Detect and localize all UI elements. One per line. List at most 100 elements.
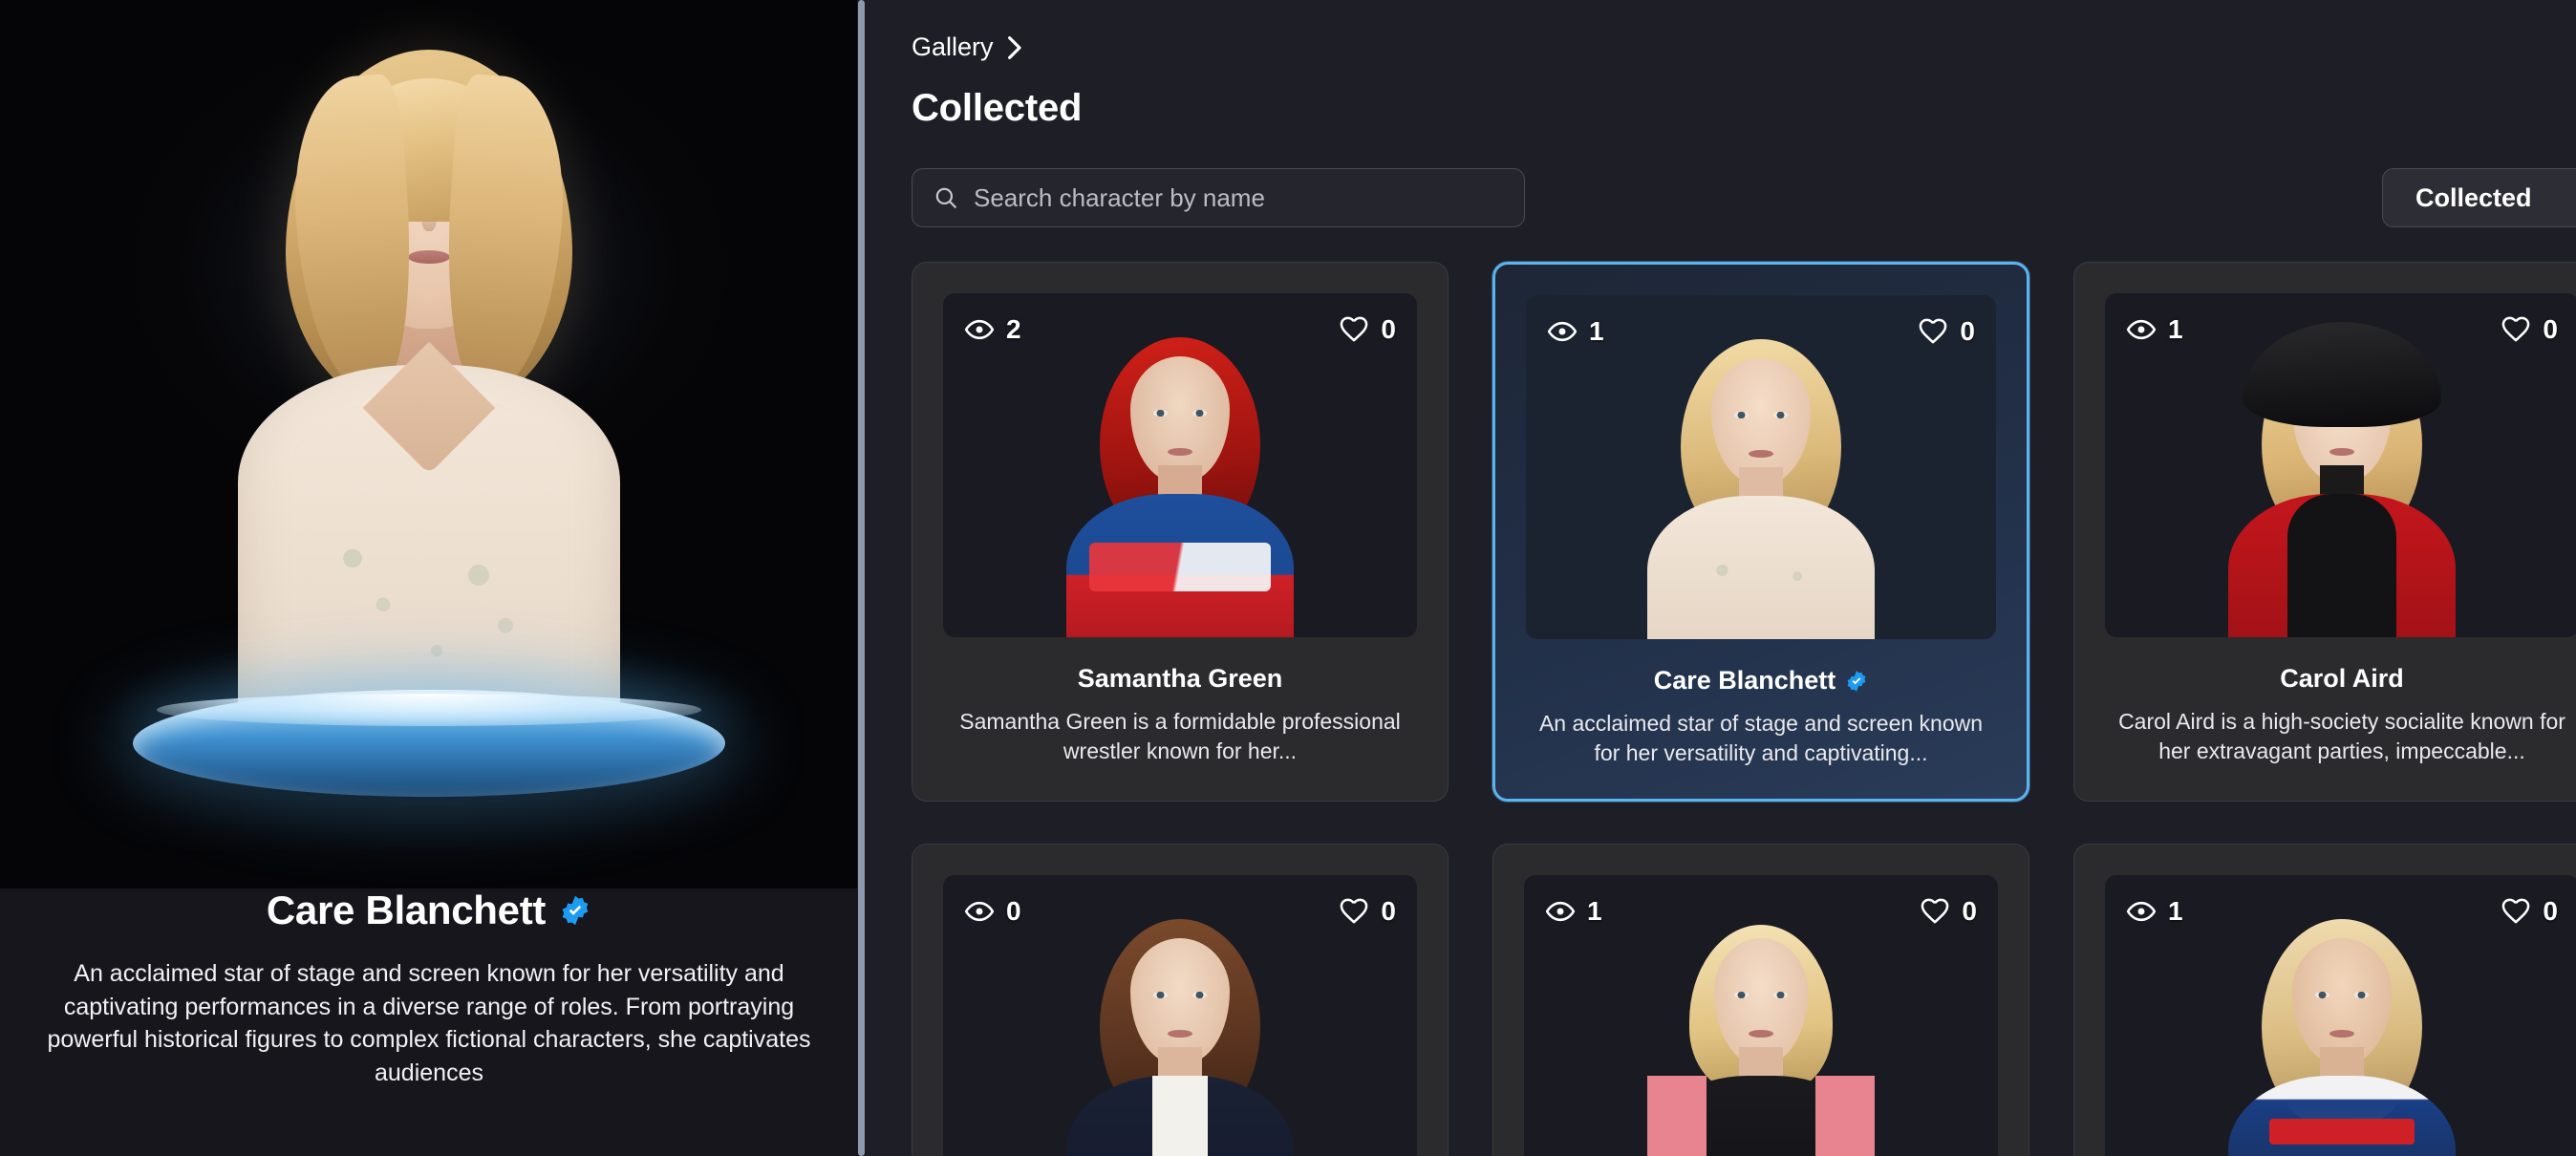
card-likes-stat[interactable]: 0 [1918, 316, 1975, 347]
portrait-eye-left [2315, 992, 2329, 999]
card-views-count: 1 [1589, 316, 1604, 346]
character-card-carol-aird[interactable]: 1 0 Carol Aird Carol Aird is a high-soci… [2073, 262, 2576, 803]
card-name: Samantha Green [1077, 664, 1283, 693]
portrait-eye-right [2354, 992, 2369, 999]
heart-icon [1339, 314, 1369, 345]
eye-icon [964, 314, 995, 345]
character-card-samantha-green[interactable]: 2 0 Samantha Green Samantha Green is a f… [912, 262, 1449, 803]
card-thumbnail[interactable]: 1 0 [1524, 875, 1998, 1156]
card-portrait-art [1061, 322, 1299, 637]
card-likes-stat[interactable]: 0 [1339, 314, 1396, 345]
eye-icon [1545, 896, 1576, 927]
portrait-hat [2243, 322, 2441, 427]
portrait-mouth [1749, 1030, 1773, 1038]
page-title: Collected [912, 87, 1083, 129]
card-views-count: 0 [1006, 896, 1021, 927]
card-name-row: Samantha Green [943, 664, 1417, 694]
card-portrait-art [2222, 322, 2461, 637]
character-card-row2-card2[interactable]: 1 0 [1492, 844, 2029, 1156]
breadcrumb: Gallery [912, 32, 2576, 62]
portrait-eye-right [1773, 992, 1788, 999]
portrait-body [1647, 496, 1875, 639]
card-views-stat: 1 [2126, 896, 2183, 927]
card-description: An acclaimed star of stage and screen kn… [1538, 711, 1984, 766]
verified-badge-icon [1845, 670, 1868, 693]
card-views-count: 1 [2168, 314, 2183, 344]
collection-filter-select[interactable]: Collected [2382, 168, 2576, 227]
card-likes-count: 0 [1381, 314, 1396, 344]
card-views-count: 2 [1006, 314, 1021, 344]
heart-icon [2501, 314, 2531, 345]
card-portrait-art [1642, 324, 1880, 639]
portrait-mouth [1168, 448, 1192, 456]
card-thumbnail[interactable]: 1 0 [2105, 875, 2576, 1156]
breadcrumb-gallery-link[interactable]: Gallery [912, 32, 994, 62]
character-preview-panel: Care Blanchett An acclaimed star of stag… [0, 0, 858, 1156]
card-likes-stat[interactable]: 0 [1920, 896, 1977, 927]
card-views-stat: 1 [1545, 896, 1602, 927]
heart-icon [1920, 896, 1950, 927]
character-card-row2-card3[interactable]: 1 0 [2073, 844, 2576, 1156]
card-likes-count: 0 [2543, 896, 2558, 927]
portrait-eye-right [1773, 412, 1788, 418]
character-card-care-blanchett[interactable]: 1 0 Care Blanchett An acclaimed star of … [1492, 262, 2029, 803]
eye-icon [2126, 896, 2157, 927]
card-views-stat: 1 [1547, 316, 1604, 347]
chevron-right-icon [1007, 35, 1022, 60]
card-name: Care Blanchett [1653, 666, 1836, 695]
card-views-count: 1 [1587, 896, 1602, 927]
heart-icon [1339, 896, 1369, 927]
card-likes-stat[interactable]: 0 [2501, 314, 2558, 345]
card-description: Carol Aird is a high-society socialite k… [2118, 709, 2565, 764]
heart-icon [2501, 896, 2531, 927]
card-portrait-art [1642, 904, 1880, 1156]
card-likes-count: 0 [1962, 896, 1977, 927]
eye-icon [964, 896, 995, 927]
card-likes-stat[interactable]: 0 [2501, 896, 2558, 927]
collection-filter-value: Collected [2415, 182, 2532, 212]
portrait-eye-right [1192, 410, 1207, 417]
card-thumbnail[interactable]: 1 0 [2105, 293, 2576, 637]
card-likes-count: 0 [2543, 314, 2558, 344]
heart-icon [1918, 316, 1948, 347]
character-card-grid: 2 0 Samantha Green Samantha Green is a f… [912, 262, 2576, 1156]
card-description: Samantha Green is a formidable professio… [959, 709, 1401, 764]
card-likes-count: 0 [1381, 896, 1396, 927]
portrait-body [2228, 494, 2456, 637]
card-name: Carol Aird [2280, 664, 2404, 693]
portrait-body [1066, 494, 1294, 637]
card-thumbnail[interactable]: 0 0 [943, 875, 1417, 1156]
eye-icon [2126, 314, 2157, 345]
portrait-eye-left [1153, 992, 1168, 999]
card-views-stat: 0 [964, 896, 1021, 927]
card-portrait-art [1061, 904, 1299, 1156]
search-box[interactable] [912, 168, 1525, 227]
panel-scrollbar-thumb[interactable] [858, 0, 865, 1156]
card-likes-stat[interactable]: 0 [1339, 896, 1396, 927]
character-stage [0, 0, 858, 888]
portrait-eye-left [1734, 992, 1749, 999]
search-input[interactable] [974, 182, 1503, 213]
character-card-row2-card1[interactable]: 0 0 [912, 844, 1449, 1156]
character-name-row: Care Blanchett [29, 888, 829, 932]
character-mouth [408, 250, 450, 264]
search-icon [934, 185, 958, 210]
card-thumbnail[interactable]: 1 0 [1526, 295, 1996, 639]
verified-badge-icon [559, 894, 591, 927]
portrait-eye-left [1153, 410, 1168, 417]
portrait-mouth [2329, 448, 2354, 456]
character-hair-right [437, 73, 572, 396]
character-platform [133, 690, 725, 797]
card-views-stat: 1 [2126, 314, 2183, 345]
gallery-panel: Gallery Collected Collected [858, 0, 2576, 1156]
card-portrait-art [2222, 904, 2461, 1156]
panel-scrollbar[interactable] [857, 0, 866, 1156]
portrait-mouth [2329, 1030, 2354, 1038]
app-root: Care Blanchett An acclaimed star of stag… [0, 0, 2576, 1156]
character-name: Care Blanchett [266, 888, 547, 932]
card-name-row: Care Blanchett [1526, 666, 1996, 696]
character-hair-left [286, 73, 421, 396]
card-views-count: 1 [2168, 896, 2183, 927]
portrait-body [1647, 1076, 1875, 1156]
card-thumbnail[interactable]: 2 0 [943, 293, 1417, 637]
